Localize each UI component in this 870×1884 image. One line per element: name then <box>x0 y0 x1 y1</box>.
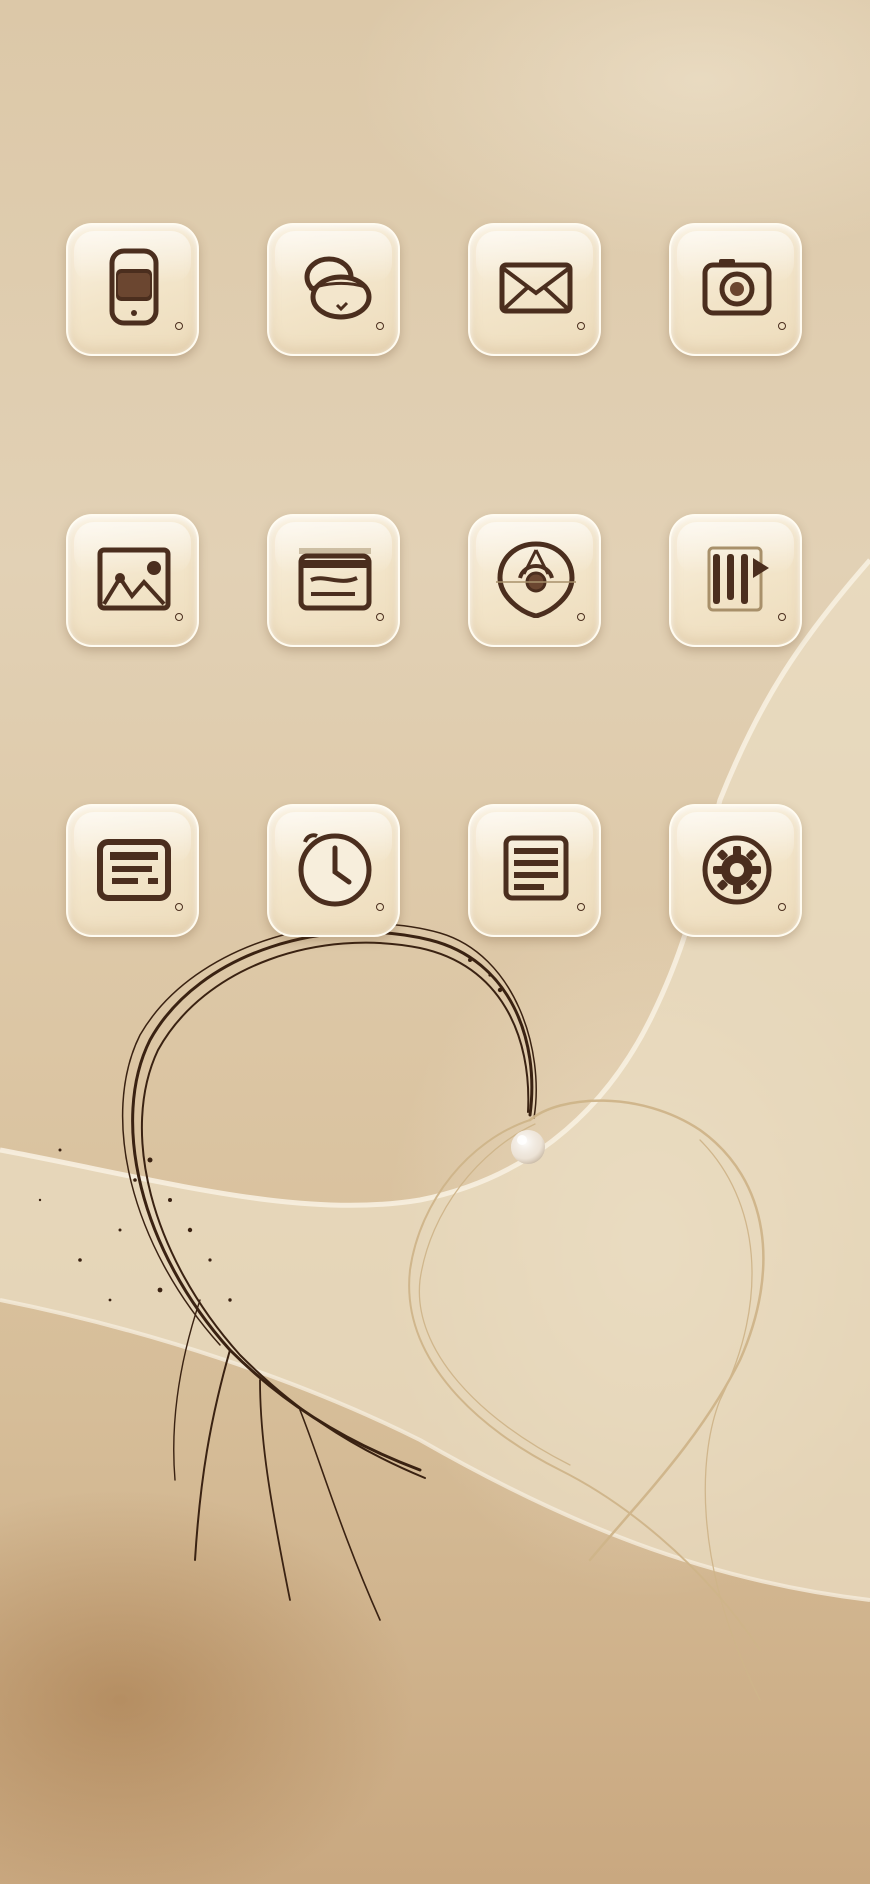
gallery-icon <box>97 547 171 611</box>
status-dot <box>175 322 183 330</box>
app-icon-messages[interactable] <box>267 223 400 356</box>
phone-icon <box>109 248 159 326</box>
status-dot <box>577 613 585 621</box>
clock-icon <box>298 833 372 907</box>
app-icon-music[interactable] <box>669 514 802 647</box>
app-icon-compass[interactable] <box>468 514 601 647</box>
gear-icon <box>702 835 772 905</box>
app-icon-mail[interactable] <box>468 223 601 356</box>
status-dot <box>175 613 183 621</box>
wallet-icon <box>298 548 372 611</box>
app-icon-wallet[interactable] <box>267 514 400 647</box>
mail-icon <box>499 262 573 314</box>
status-dot <box>778 322 786 330</box>
status-dot <box>577 903 585 911</box>
music-icon <box>707 546 769 612</box>
pearl <box>511 1130 545 1164</box>
app-icon-phone[interactable] <box>66 223 199 356</box>
home-icon-grid <box>66 223 802 937</box>
chat-bubbles-icon <box>304 256 372 320</box>
app-icon-photos[interactable] <box>66 514 199 647</box>
app-icon-notes[interactable] <box>468 804 601 937</box>
status-dot <box>376 322 384 330</box>
app-icon-calendar[interactable] <box>66 804 199 937</box>
calendar-icon <box>97 839 171 901</box>
status-dot <box>778 613 786 621</box>
status-dot <box>778 903 786 911</box>
status-dot <box>376 903 384 911</box>
status-dot <box>577 322 585 330</box>
status-dot <box>175 903 183 911</box>
notes-icon <box>503 835 569 901</box>
camera-icon <box>702 259 772 316</box>
app-icon-settings[interactable] <box>669 804 802 937</box>
app-icon-clock[interactable] <box>267 804 400 937</box>
app-icon-camera[interactable] <box>669 223 802 356</box>
compass-icon <box>496 541 576 618</box>
status-dot <box>376 613 384 621</box>
